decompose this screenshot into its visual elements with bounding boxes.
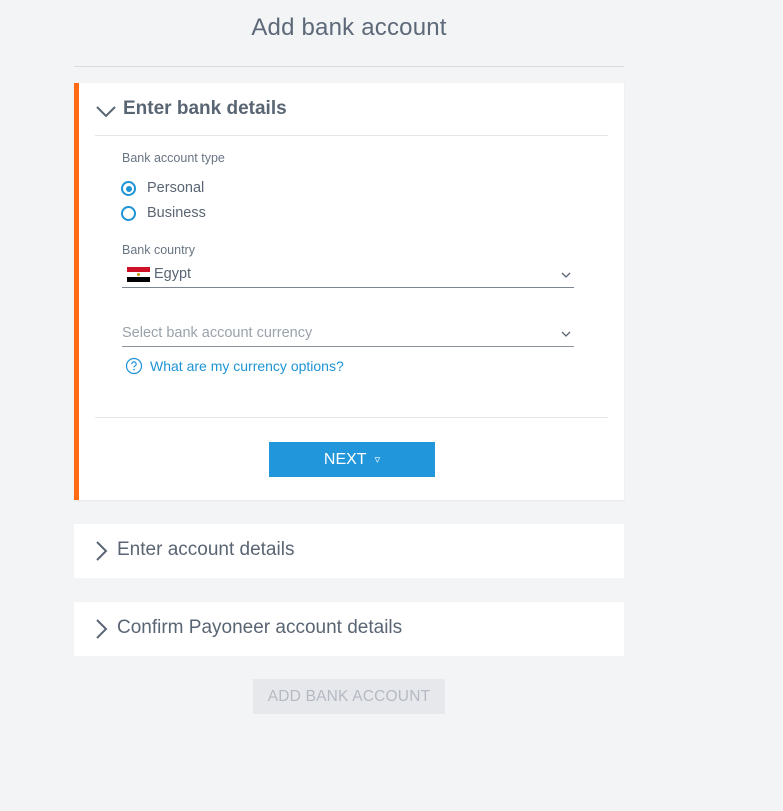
chevron-right-icon [96, 541, 108, 561]
bank-country-select[interactable]: Egypt [122, 264, 574, 288]
add-bank-account-button[interactable]: ADD BANK ACCOUNT [253, 679, 445, 714]
radio-button[interactable] [121, 206, 136, 221]
section-divider [95, 417, 608, 418]
confirm-details-header[interactable]: Confirm Payoneer account details [74, 602, 624, 656]
section-title: Enter bank details [123, 98, 287, 119]
section-title: Confirm Payoneer account details [117, 617, 403, 638]
radio-label: Business [147, 205, 206, 221]
bank-country-label: Bank country [122, 243, 195, 257]
account-details-header[interactable]: Enter account details [74, 524, 624, 578]
chevron-down-icon [561, 272, 571, 278]
triangle-down-icon: ▿ [374, 454, 381, 466]
radio-button-checked[interactable] [121, 181, 136, 196]
currency-select[interactable]: Select bank account currency [122, 323, 574, 347]
chevron-down-icon [561, 331, 571, 337]
selected-country: Egypt [154, 266, 192, 282]
page-title: Add bank account [251, 14, 447, 41]
account-details-panel: Enter account details [74, 524, 624, 578]
bank-details-header[interactable]: Enter bank details [95, 83, 608, 136]
next-button-label: NEXT [323, 450, 367, 468]
chevron-down-icon [96, 106, 116, 118]
confirm-details-panel: Confirm Payoneer account details [74, 602, 624, 656]
chevron-right-icon [96, 619, 108, 639]
help-circle-icon [125, 357, 143, 375]
radio-label: Personal [147, 180, 205, 196]
currency-placeholder: Select bank account currency [122, 325, 313, 341]
bank-details-panel: Enter bank details Bank account type Per… [74, 83, 624, 500]
radio-personal[interactable]: Personal [121, 179, 211, 199]
egypt-flag-icon [127, 267, 150, 282]
section-title: Enter account details [117, 539, 295, 560]
next-button[interactable]: NEXT ▿ [269, 442, 435, 477]
help-link-text: What are my currency options? [150, 358, 344, 374]
title-divider [74, 66, 624, 67]
account-type-label: Bank account type [122, 151, 225, 165]
radio-business[interactable]: Business [121, 204, 211, 224]
